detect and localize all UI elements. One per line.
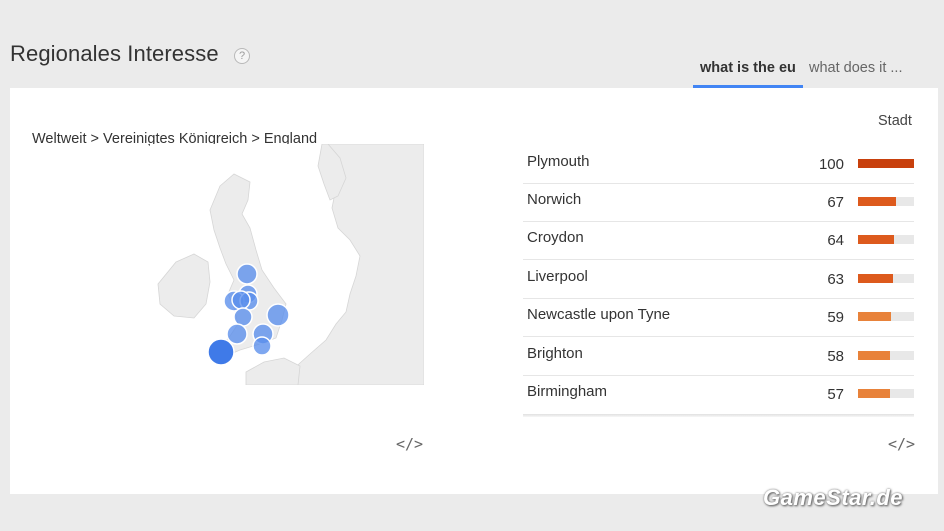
map-bubble-top[interactable]	[207, 338, 235, 366]
city-value: 67	[827, 194, 844, 211]
list-item[interactable]: Plymouth 100	[523, 145, 914, 184]
list-item[interactable]: Brighton 58	[523, 337, 914, 376]
bar-fill	[858, 312, 892, 321]
city-name: Liverpool	[527, 268, 588, 285]
bar-fill	[858, 389, 890, 398]
city-name: Croydon	[527, 229, 584, 246]
column-header-stadt: Stadt	[878, 113, 912, 129]
bar-fill	[858, 197, 896, 206]
bar-track	[858, 351, 914, 360]
help-icon[interactable]: ?	[234, 48, 250, 64]
city-value: 100	[818, 156, 844, 173]
city-name: Newcastle upon Tyne	[527, 306, 671, 323]
tab-what-is-the-eu[interactable]: what is the eu	[700, 60, 796, 76]
city-value: 58	[827, 348, 844, 365]
map-bubble[interactable]	[252, 336, 272, 356]
bar-fill	[858, 159, 914, 168]
bar-track	[858, 389, 914, 398]
list-item[interactable]: Liverpool 63	[523, 260, 914, 299]
city-name: Plymouth	[527, 153, 590, 170]
bar-track	[858, 312, 914, 321]
map-bubble[interactable]	[236, 263, 258, 285]
map-bubble[interactable]	[231, 290, 251, 310]
list-scroll-shadow	[523, 414, 914, 417]
city-name: Brighton	[527, 345, 583, 362]
list-item[interactable]: Croydon 64	[523, 221, 914, 260]
list-item[interactable]: Birmingham 57	[523, 375, 914, 413]
city-value: 57	[827, 386, 844, 403]
map-bubble[interactable]	[226, 323, 248, 345]
page-title: Regionales Interesse	[10, 41, 219, 66]
list-item[interactable]: Newcastle upon Tyne 59	[523, 298, 914, 337]
bar-track	[858, 235, 914, 244]
list-embed-code-icon[interactable]: </>	[888, 435, 915, 453]
list-item[interactable]: Norwich 67	[523, 183, 914, 222]
bar-fill	[858, 235, 894, 244]
watermark-logo: GameStar.de	[763, 485, 904, 510]
city-name: Birmingham	[527, 383, 608, 400]
map-embed-code-icon[interactable]: </>	[396, 435, 423, 453]
city-value: 64	[827, 232, 844, 249]
city-value: 63	[827, 271, 844, 288]
city-name: Norwich	[527, 191, 582, 208]
tab-what-does-it[interactable]: what does it ...	[809, 60, 903, 76]
bar-track	[858, 274, 914, 283]
map-bubble[interactable]	[266, 303, 290, 327]
city-value: 59	[827, 309, 844, 326]
bar-track	[858, 197, 914, 206]
bar-fill	[858, 351, 891, 360]
region-map[interactable]	[150, 144, 424, 385]
bar-fill	[858, 274, 894, 283]
bar-track	[858, 159, 914, 168]
